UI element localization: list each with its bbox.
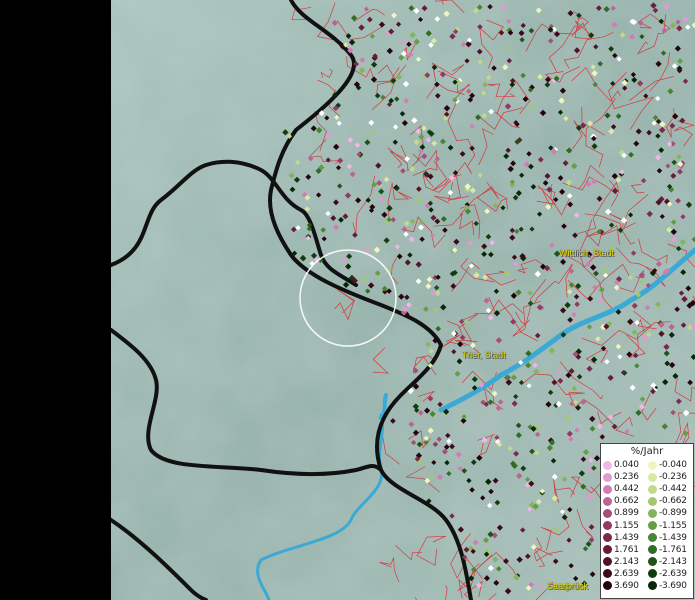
legend-swatch (648, 581, 657, 591)
legend-swatch (603, 533, 612, 543)
legend-entry-negative: -0.662 (648, 496, 693, 506)
legend-value: -1.155 (659, 520, 687, 531)
legend-entry-positive: 1.439 (603, 533, 648, 543)
legend-entry-negative: -0.442 (648, 484, 693, 494)
legend-entry-negative: -1.439 (648, 533, 693, 543)
legend-swatch (648, 533, 657, 543)
legend-swatch (603, 472, 612, 482)
legend-entry-positive: 0.899 (603, 508, 648, 518)
legend-row: 2.143 -2.143 (603, 556, 693, 568)
legend-swatch (648, 545, 657, 555)
legend-value: 1.155 (614, 520, 639, 531)
legend-swatch (648, 508, 657, 518)
legend-value: -0.662 (659, 496, 687, 507)
legend-entry-positive: 0.662 (603, 496, 648, 506)
legend-row: 1.155 -1.155 (603, 519, 693, 531)
legend-swatch (648, 521, 657, 531)
legend-entry-negative: -3.690 (648, 581, 693, 591)
legend-entry-positive: 3.690 (603, 581, 648, 591)
legend-value: 0.040 (614, 460, 639, 471)
legend-swatch (603, 484, 612, 494)
label-saarbruecken: Saarbrück (547, 581, 589, 591)
legend-value: -1.761 (659, 544, 687, 555)
legend-row: 0.236 -0.236 (603, 471, 693, 483)
legend-entry-negative: -0.899 (648, 508, 693, 518)
legend-swatch (603, 521, 612, 531)
legend-row: 1.761 -1.761 (603, 544, 693, 556)
legend-value: 0.442 (614, 484, 639, 495)
legend-value: 0.236 (614, 472, 639, 483)
legend-entry-positive: 0.442 (603, 484, 648, 494)
legend-value: 0.899 (614, 508, 639, 519)
legend-value: 0.662 (614, 496, 639, 507)
legend-swatch (603, 569, 612, 579)
legend-grid: 0.040 -0.040 0.236 -0.236 0.442 -0.442 0.662 -0… (603, 459, 693, 592)
legend-value: -1.439 (659, 532, 687, 543)
legend-entry-negative: -2.143 (648, 557, 693, 567)
legend-value: -2.639 (659, 568, 687, 579)
legend: %/Jahr 0.040 -0.040 0.236 -0.236 0.442 -0.442… (600, 443, 694, 599)
legend-row: 2.639 -2.639 (603, 568, 693, 580)
left-black-margin (0, 0, 111, 600)
legend-row: 0.040 -0.040 (603, 459, 693, 471)
legend-entry-negative: -0.040 (648, 460, 693, 470)
legend-title: %/Jahr (630, 446, 664, 457)
label-trier: Trier, Stadt (462, 350, 506, 360)
legend-entry-positive: 0.236 (603, 472, 648, 482)
legend-swatch (603, 508, 612, 518)
legend-value: -0.236 (659, 472, 687, 483)
legend-swatch (648, 460, 657, 470)
legend-row: 3.690 -3.690 (603, 580, 693, 592)
label-wittlich: Wittlich, Stadt (559, 248, 615, 258)
legend-entry-negative: -0.236 (648, 472, 693, 482)
legend-swatch (603, 496, 612, 506)
legend-row: 0.442 -0.442 (603, 483, 693, 495)
legend-value: 1.761 (614, 544, 639, 555)
legend-swatch (648, 569, 657, 579)
legend-swatch (603, 545, 612, 555)
legend-entry-negative: -1.155 (648, 521, 693, 531)
legend-value: -0.899 (659, 508, 687, 519)
legend-value: -0.040 (659, 460, 687, 471)
legend-entry-negative: -1.761 (648, 545, 693, 555)
legend-entry-positive: 2.143 (603, 557, 648, 567)
legend-entry-positive: 0.040 (603, 460, 648, 470)
legend-value: -3.690 (659, 580, 687, 591)
legend-swatch (603, 557, 612, 567)
legend-row: 1.439 -1.439 (603, 532, 693, 544)
legend-value: 2.639 (614, 568, 639, 579)
legend-row: 0.899 -0.899 (603, 507, 693, 519)
legend-row: 0.662 -0.662 (603, 495, 693, 507)
legend-value: -2.143 (659, 556, 687, 567)
legend-entry-positive: 2.639 (603, 569, 648, 579)
legend-entry-positive: 1.761 (603, 545, 648, 555)
legend-swatch (648, 472, 657, 482)
legend-swatch (603, 460, 612, 470)
legend-value: 1.439 (614, 532, 639, 543)
legend-value: -0.442 (659, 484, 687, 495)
legend-value: 2.143 (614, 556, 639, 567)
legend-swatch (648, 484, 657, 494)
legend-swatch (648, 557, 657, 567)
legend-entry-negative: -2.639 (648, 569, 693, 579)
legend-swatch (648, 496, 657, 506)
legend-entry-positive: 1.155 (603, 521, 648, 531)
legend-value: 3.690 (614, 580, 639, 591)
legend-swatch (603, 581, 612, 591)
